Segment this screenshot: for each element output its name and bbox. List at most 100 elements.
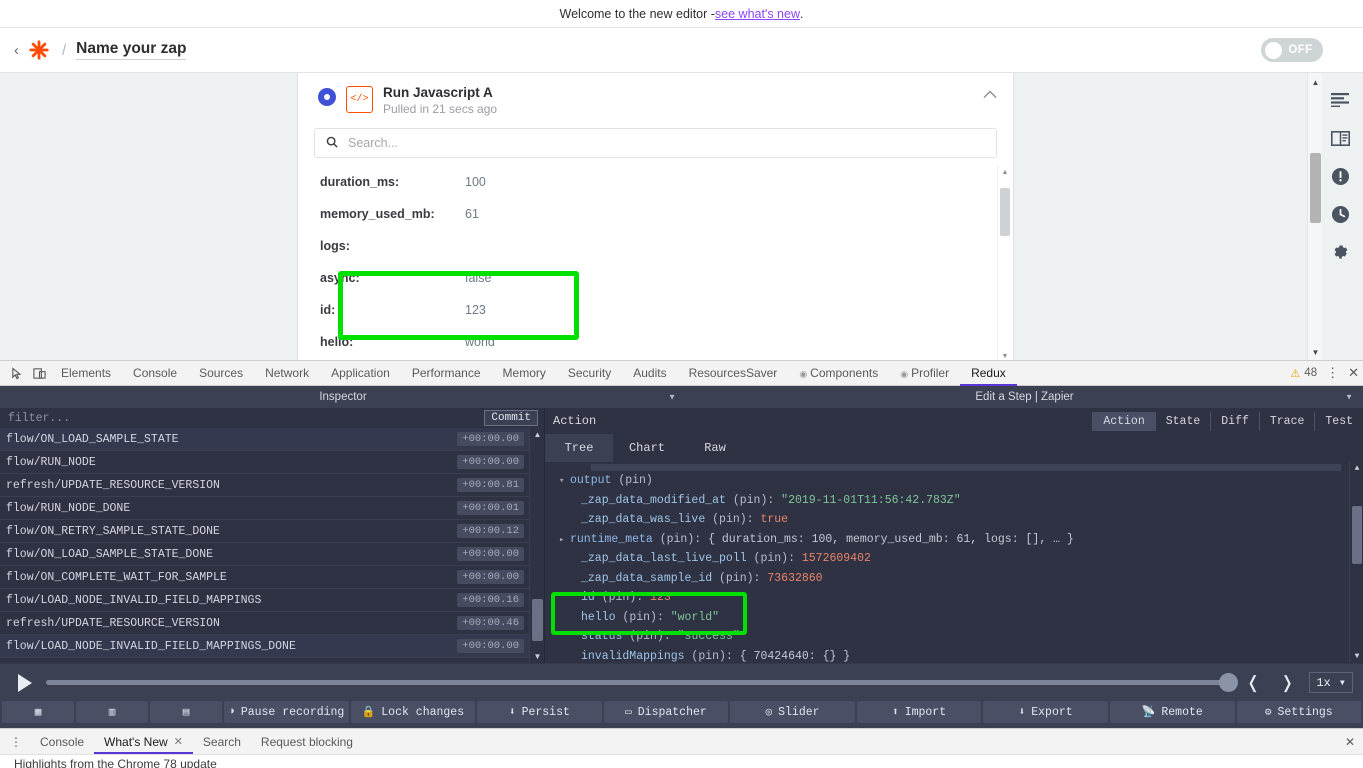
fields-scrollbar[interactable]: ▲ ▼: [997, 166, 1011, 360]
inspector-dropdown-caret-icon[interactable]: ▼: [668, 393, 676, 402]
devtools-tab-security[interactable]: Security: [557, 361, 622, 386]
devtools-tab-performance[interactable]: Performance: [401, 361, 492, 386]
tree-node[interactable]: _zap_data_sample_id (pin): 73632860: [551, 569, 1363, 589]
commit-button[interactable]: Commit: [484, 410, 538, 426]
action-row[interactable]: flow/RUN_NODE +00:00.00: [0, 451, 544, 474]
export-button[interactable]: ⬇ Export: [983, 701, 1108, 723]
pause-recording-button[interactable]: ◑ Pause recording: [224, 701, 349, 723]
devtools-tab-components[interactable]: ◉ Components: [788, 361, 889, 386]
page-scrollbar[interactable]: ▲ ▼: [1307, 73, 1322, 360]
tree-node[interactable]: id (pin): 123: [551, 588, 1363, 608]
action-row[interactable]: flow/ON_COMPLETE_WAIT_FOR_SAMPLE +00:00.0…: [0, 566, 544, 589]
inspector-tab-trace[interactable]: Trace: [1258, 411, 1315, 431]
action-scroll-down-icon[interactable]: ▼: [530, 650, 544, 663]
devtools-tab-elements[interactable]: Elements: [50, 361, 122, 386]
lines-icon[interactable]: [1323, 83, 1357, 117]
devtools-tab-redux[interactable]: Redux: [960, 361, 1017, 386]
inspector-tab-test[interactable]: Test: [1314, 411, 1363, 431]
drawer-close-icon[interactable]: ✕: [1345, 735, 1355, 749]
tree-scrollbar[interactable]: ▲ ▼: [1349, 462, 1363, 662]
inspect-element-icon[interactable]: [6, 362, 28, 384]
prev-action-icon[interactable]: ❬: [1241, 673, 1265, 693]
slider-button[interactable]: ◎ Slider: [730, 701, 855, 723]
drawer-tab-console[interactable]: Console: [30, 730, 94, 754]
action-filter-input[interactable]: [6, 410, 485, 426]
page-scroll-up-icon[interactable]: ▲: [1308, 75, 1323, 89]
tree-node[interactable]: invalidMappings (pin): { 70424640: {} }: [551, 647, 1363, 663]
step-search-input[interactable]: [346, 135, 985, 151]
settings-button[interactable]: ⚙ Settings: [1236, 701, 1362, 723]
tree-collapsed-arrow-icon[interactable]: ▸: [559, 531, 570, 551]
warning-badge[interactable]: ⚠ 48: [1290, 367, 1317, 380]
view-tab-raw[interactable]: Raw: [681, 434, 749, 462]
devtools-tab-network[interactable]: Network: [254, 361, 320, 386]
view-tab-tree[interactable]: Tree: [545, 434, 613, 462]
tree-scroll-thumb[interactable]: [1352, 506, 1362, 564]
scroll-up-icon[interactable]: ▲: [998, 166, 1012, 178]
persist-button[interactable]: ⬇ Persist: [477, 701, 602, 723]
book-icon[interactable]: [1323, 121, 1357, 155]
devtools-tab-console[interactable]: Console: [122, 361, 188, 386]
action-row[interactable]: flow/ON_LOAD_SAMPLE_STATE_DONE +00:00.00: [0, 543, 544, 566]
action-row[interactable]: flow/ON_RETRY_SAMPLE_STATE_DONE +00:00.12: [0, 520, 544, 543]
action-row[interactable]: refresh/UPDATE_RESOURCE_VERSION +00:00.81: [0, 474, 544, 497]
drawer-tab-request-blocking[interactable]: Request blocking: [251, 730, 363, 754]
back-chevron-icon[interactable]: ‹: [14, 43, 19, 58]
action-row[interactable]: refresh/UPDATE_RESOURCE_VERSION +00:00.46: [0, 612, 544, 635]
tree-node[interactable]: ▸ runtime_meta (pin): { duration_ms: 100,…: [551, 530, 1363, 550]
time-travel-slider[interactable]: [46, 673, 1238, 692]
playback-speed-select[interactable]: 1x ▾: [1309, 672, 1353, 693]
play-icon[interactable]: [18, 673, 32, 692]
devtools-tab-memory[interactable]: Memory: [492, 361, 557, 386]
gear-icon[interactable]: [1323, 235, 1357, 269]
step-search-box[interactable]: [314, 128, 997, 158]
scroll-down-icon[interactable]: ▼: [998, 350, 1012, 360]
remote-button[interactable]: 📡 Remote: [1109, 701, 1235, 723]
dock-bottom-button[interactable]: ▦: [2, 701, 74, 723]
dock-right-button[interactable]: ▥: [76, 701, 148, 723]
drawer-tab-close-icon[interactable]: ✕: [174, 730, 183, 754]
inspector-tab-action[interactable]: Action: [1092, 411, 1155, 431]
next-action-icon[interactable]: ❭: [1275, 673, 1299, 693]
tree-node[interactable]: _zap_data_was_live (pin): true: [551, 510, 1363, 530]
devtools-tab-profiler[interactable]: ◉ Profiler: [889, 361, 960, 386]
devtools-close-icon[interactable]: ✕: [1348, 365, 1359, 381]
import-button[interactable]: ⬆ Import: [856, 701, 982, 723]
alert-circle-icon[interactable]: [1323, 159, 1357, 193]
action-scroll-up-icon[interactable]: ▲: [530, 428, 544, 441]
drawer-kebab-icon[interactable]: ⋮: [6, 735, 30, 749]
drawer-tab-what-s-new[interactable]: What's New ✕: [94, 730, 193, 754]
chevron-up-icon[interactable]: [983, 87, 997, 102]
devtools-tab-audits[interactable]: Audits: [622, 361, 677, 386]
drawer-tab-search[interactable]: Search: [193, 730, 251, 754]
dispatcher-button[interactable]: ▭ Dispatcher: [603, 701, 729, 723]
tree-scroll-up-icon[interactable]: ▲: [1350, 462, 1363, 474]
lock-changes-button[interactable]: 🔒 Lock changes: [350, 701, 476, 723]
tree-scroll-down-icon[interactable]: ▼: [1350, 650, 1363, 662]
tree-node[interactable]: _zap_data_modified_at (pin): "2019-11-01…: [551, 491, 1363, 511]
scroll-thumb[interactable]: [1000, 188, 1010, 236]
devtools-tab-resourcessaver[interactable]: ResourcesSaver: [678, 361, 789, 386]
clock-icon[interactable]: [1323, 197, 1357, 231]
page-scroll-thumb[interactable]: [1310, 153, 1321, 223]
action-row[interactable]: flow/RUN_NODE_DONE +00:00.01: [0, 497, 544, 520]
zapier-logo-icon[interactable]: [28, 39, 50, 61]
tree-node[interactable]: ▾ output (pin): [551, 471, 1363, 491]
view-tab-chart[interactable]: Chart: [613, 434, 681, 462]
tree-expanded-arrow-icon[interactable]: ▾: [559, 472, 570, 492]
devtools-kebab-icon[interactable]: ⋮: [1326, 365, 1339, 381]
action-list-scrollbar[interactable]: ▲ ▼: [529, 428, 544, 663]
tree-node[interactable]: _zap_data_last_live_poll (pin): 15726094…: [551, 549, 1363, 569]
zap-on-off-toggle[interactable]: OFF: [1261, 38, 1323, 62]
inspector-tab-diff[interactable]: Diff: [1210, 411, 1259, 431]
tree-node[interactable]: status (pin): "success": [551, 627, 1363, 647]
tree-node[interactable]: hello (pin): "world": [551, 608, 1363, 628]
devtools-tab-sources[interactable]: Sources: [188, 361, 254, 386]
action-scroll-thumb[interactable]: [532, 599, 543, 641]
inspector-tab-state[interactable]: State: [1154, 411, 1211, 431]
device-toolbar-icon[interactable]: [28, 362, 50, 384]
whats-new-link[interactable]: see what's new: [715, 7, 800, 21]
action-row[interactable]: flow/LOAD_NODE_INVALID_FIELD_MAPPINGS +00…: [0, 589, 544, 612]
action-row[interactable]: flow/ON_LOAD_SAMPLE_STATE +00:00.00: [0, 428, 544, 451]
slider-handle[interactable]: [1218, 673, 1238, 692]
